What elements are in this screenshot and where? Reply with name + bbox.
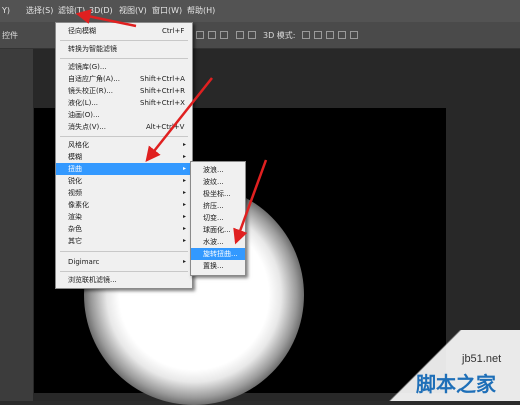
menu-item-radial-blur[interactable]: 径向模糊 Ctrl+F (56, 25, 192, 37)
menu-separator (60, 58, 188, 59)
watermark-site: jb51.net (462, 353, 502, 365)
submenu-arrow-icon: ▸ (183, 141, 187, 148)
submenu-item-ripple[interactable]: 波纹... (191, 176, 245, 188)
menu-item-stylize[interactable]: 风格化 ▸ (56, 139, 192, 151)
menu-item-convert-smart-filter[interactable]: 转换为智能滤镜 (56, 43, 192, 55)
submenu-arrow-icon: ▸ (183, 189, 187, 196)
align-right-icon[interactable] (220, 31, 228, 39)
menu-view[interactable]: 视图(V) (119, 5, 147, 17)
menu-item-lens-correction[interactable]: 镜头校正(R)... Shift+Ctrl+R (56, 85, 192, 97)
submenu-arrow-icon: ▸ (183, 201, 187, 208)
roll-icon[interactable] (314, 31, 322, 39)
menu-window[interactable]: 窗口(W) (152, 5, 182, 17)
submenu-item-pinch[interactable]: 挤压... (191, 200, 245, 212)
menu-item-sharpen[interactable]: 锐化 ▸ (56, 175, 192, 187)
submenu-arrow-icon: ▸ (183, 213, 187, 220)
slide-icon[interactable] (338, 31, 346, 39)
submenu-item-shear[interactable]: 切变... (191, 212, 245, 224)
submenu-arrow-icon: ▸ (183, 225, 187, 232)
align-left-icon[interactable] (196, 31, 204, 39)
submenu-item-displace[interactable]: 置换... (191, 260, 245, 272)
submenu-item-polar-coordinates[interactable]: 极坐标... (191, 188, 245, 200)
menu-item-liquify[interactable]: 液化(L)... Shift+Ctrl+X (56, 97, 192, 109)
menu-select[interactable]: 选择(S) (26, 5, 53, 17)
menu-image[interactable]: Y) (2, 5, 10, 17)
menu-3d[interactable]: 3D(D) (89, 5, 113, 17)
menu-item-browse-filters-online[interactable]: 浏览联机滤镜... (56, 274, 192, 286)
submenu-arrow-icon: ▸ (183, 258, 187, 265)
orbit-icon[interactable] (302, 31, 310, 39)
submenu-item-twirl[interactable]: 旋转扭曲... (191, 248, 245, 260)
submenu-item-spherize[interactable]: 球面化... (191, 224, 245, 236)
menu-separator (60, 136, 188, 137)
submenu-item-wave[interactable]: 波浪... (191, 164, 245, 176)
menu-item-oil-paint[interactable]: 油画(O)... (56, 109, 192, 121)
distribute-2-icon[interactable] (248, 31, 256, 39)
menu-item-vanishing-point[interactable]: 消失点(V)... Alt+Ctrl+V (56, 121, 192, 133)
align-center-icon[interactable] (208, 31, 216, 39)
menu-separator (60, 251, 188, 252)
submenu-arrow-icon: ▸ (183, 177, 187, 184)
menu-item-other[interactable]: 其它 ▸ (56, 235, 192, 247)
menu-filter[interactable]: 滤镜(T) (58, 5, 85, 17)
submenu-arrow-icon: ▸ (183, 153, 187, 160)
submenu-item-zigzag[interactable]: 水波... (191, 236, 245, 248)
watermark-logo-text: 脚本之家 (416, 372, 496, 396)
menu-item-pixelate[interactable]: 像素化 ▸ (56, 199, 192, 211)
drag-icon[interactable] (326, 31, 334, 39)
watermark: jb51.net 脚本之家 (372, 330, 520, 401)
submenu-arrow-icon: ▸ (183, 237, 187, 244)
menu-separator (60, 271, 188, 272)
filter-menu: 径向模糊 Ctrl+F 转换为智能滤镜 滤镜库(G)... 自适应广角(A)..… (55, 22, 193, 289)
scale-icon[interactable] (350, 31, 358, 39)
menu-item-adaptive-wide-angle[interactable]: 自适应广角(A)... Shift+Ctrl+A (56, 73, 192, 85)
menu-help[interactable]: 帮助(H) (187, 5, 215, 17)
options-control-label: 控件 (2, 31, 18, 40)
menu-separator (60, 40, 188, 41)
menu-item-render[interactable]: 渲染 ▸ (56, 211, 192, 223)
3d-mode-label: 3D 模式: (263, 31, 296, 40)
distribute-icon[interactable] (236, 31, 244, 39)
menu-item-distort[interactable]: 扭曲 ▸ (56, 163, 192, 175)
menu-item-blur[interactable]: 模糊 ▸ (56, 151, 192, 163)
tools-panel-edge (0, 49, 33, 401)
menu-item-digimarc[interactable]: Digimarc ▸ (56, 256, 192, 268)
menu-item-noise[interactable]: 杂色 ▸ (56, 223, 192, 235)
distort-submenu: 波浪... 波纹... 极坐标... 挤压... 切变... 球面化... 水波… (190, 161, 246, 276)
menu-bar: Y) 选择(S) 滤镜(T) 3D(D) 视图(V) 窗口(W) 帮助(H) (0, 0, 520, 22)
menu-item-filter-gallery[interactable]: 滤镜库(G)... (56, 61, 192, 73)
submenu-arrow-icon: ▸ (183, 165, 187, 172)
menu-item-video[interactable]: 视频 ▸ (56, 187, 192, 199)
